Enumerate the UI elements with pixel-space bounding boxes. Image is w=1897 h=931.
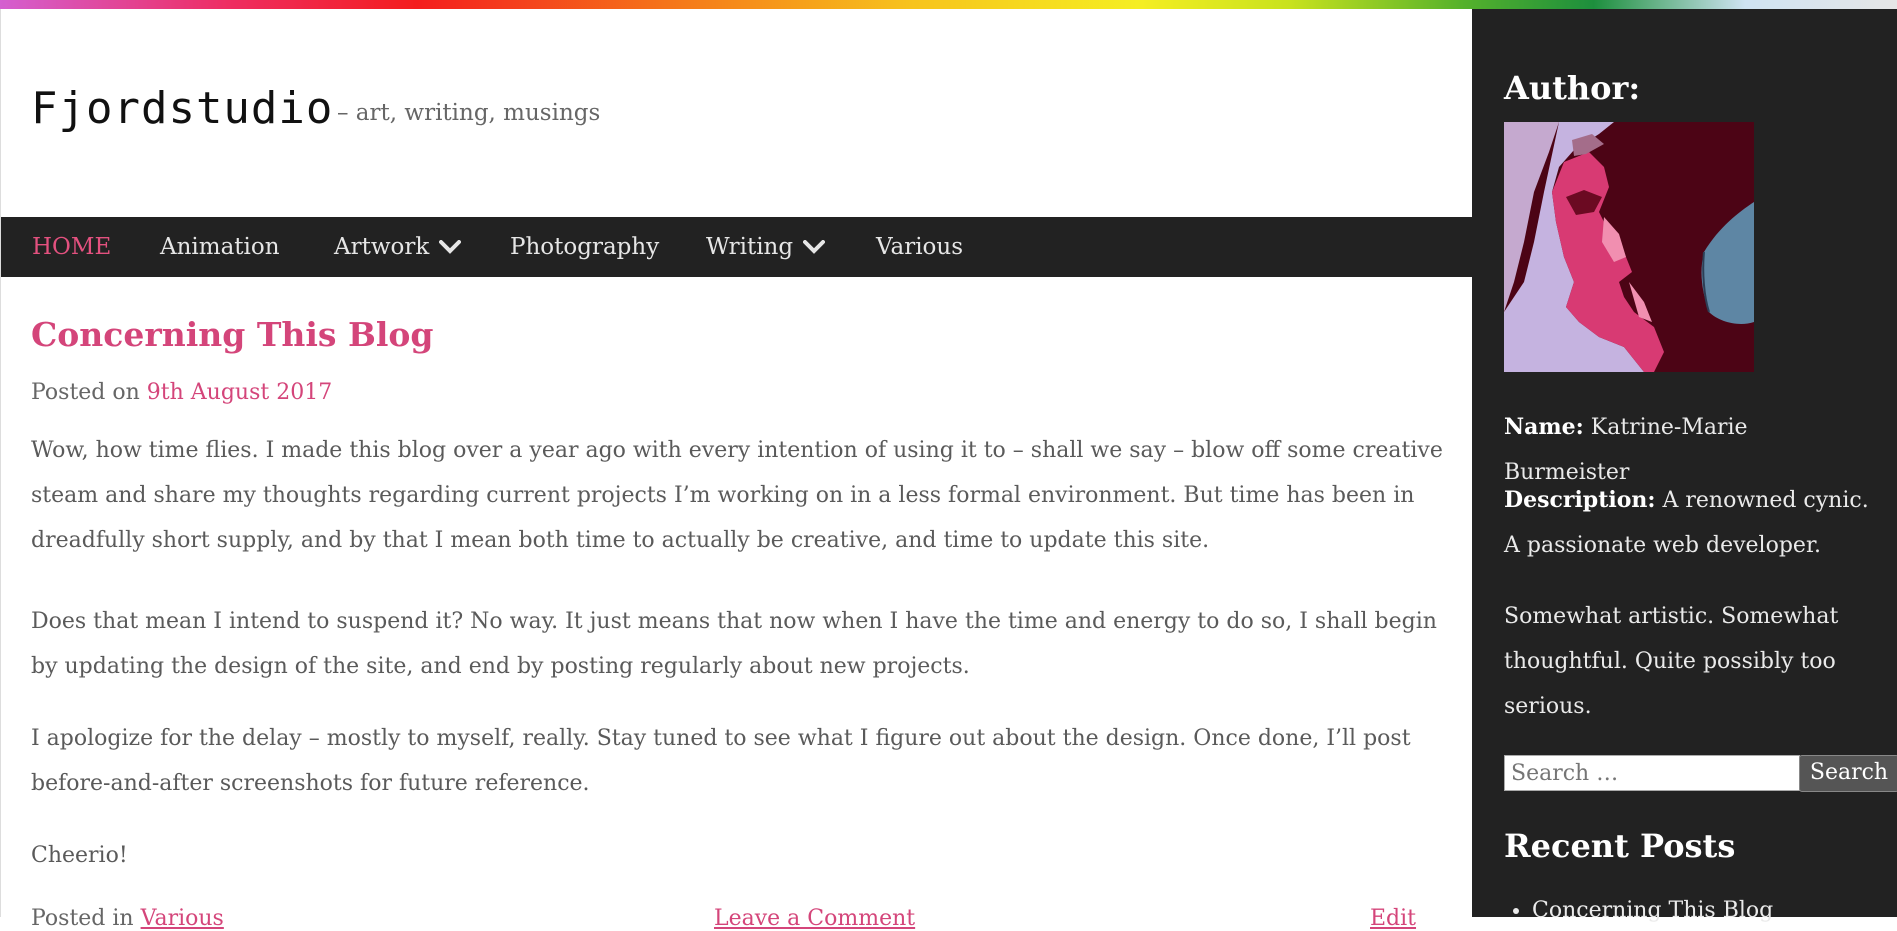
- nav-item-label: Artwork: [334, 234, 430, 260]
- site-title[interactable]: Fjordstudio: [31, 83, 333, 134]
- search-button[interactable]: Search: [1799, 755, 1897, 792]
- nav-item-artwork[interactable]: Artwork: [334, 217, 462, 277]
- nav-item-photography[interactable]: Photography: [510, 217, 659, 277]
- site-tagline: – art, writing, musings: [337, 100, 601, 126]
- recent-post-link[interactable]: Concerning This Blog: [1532, 898, 1773, 923]
- nav-item-home[interactable]: HOME: [32, 217, 111, 277]
- leave-comment-link[interactable]: Leave a Comment: [714, 906, 915, 931]
- author-bio: Somewhat artistic. Somewhat thoughtful. …: [1504, 604, 1839, 719]
- post-paragraph: Does that mean I intend to suspend it? N…: [31, 609, 1437, 679]
- recent-posts-heading: Recent Posts: [1504, 827, 1736, 865]
- nav-item-various[interactable]: Various: [876, 217, 963, 277]
- post-title[interactable]: Concerning This Blog: [31, 315, 434, 354]
- recent-posts-list: Concerning This Blog: [1504, 897, 1773, 925]
- main-content: Fjordstudio – art, writing, musings HOME…: [0, 9, 1473, 931]
- nav-item-animation[interactable]: Animation: [160, 217, 280, 277]
- recent-post-item[interactable]: Concerning This Blog: [1532, 897, 1773, 925]
- post-meta: Posted on 9th August 2017: [31, 380, 332, 405]
- author-description: Description: A renowned cynic. A passion…: [1504, 478, 1874, 568]
- nav-item-writing[interactable]: Writing: [706, 217, 826, 277]
- post-paragraph: Wow, how time flies. I made this blog ov…: [31, 438, 1443, 553]
- edit-link[interactable]: Edit: [1370, 906, 1416, 931]
- post-paragraph: Cheerio!: [31, 843, 128, 868]
- posted-on-label: Posted on: [31, 380, 140, 405]
- chevron-down-icon: [803, 217, 826, 277]
- main-navigation: HOME Animation Artwork Photography Writi…: [1, 217, 1473, 277]
- posted-in-label: Posted in: [31, 906, 134, 931]
- post-category: Posted in Various: [31, 906, 224, 931]
- name-label: Name:: [1504, 414, 1584, 440]
- rainbow-top-bar: [0, 0, 1897, 9]
- author-heading: Author:: [1504, 69, 1641, 107]
- chevron-down-icon: [439, 217, 462, 277]
- sidebar: Author: Name: Katrine-Marie Burmeister D…: [1472, 9, 1897, 923]
- author-avatar: [1504, 122, 1754, 372]
- post-date-link[interactable]: 9th August 2017: [147, 380, 332, 405]
- description-label: Description:: [1504, 487, 1656, 513]
- search-input[interactable]: [1504, 755, 1800, 791]
- nav-item-label: Writing: [706, 234, 794, 260]
- post-paragraph: I apologize for the delay – mostly to my…: [31, 726, 1411, 796]
- category-link[interactable]: Various: [141, 906, 224, 931]
